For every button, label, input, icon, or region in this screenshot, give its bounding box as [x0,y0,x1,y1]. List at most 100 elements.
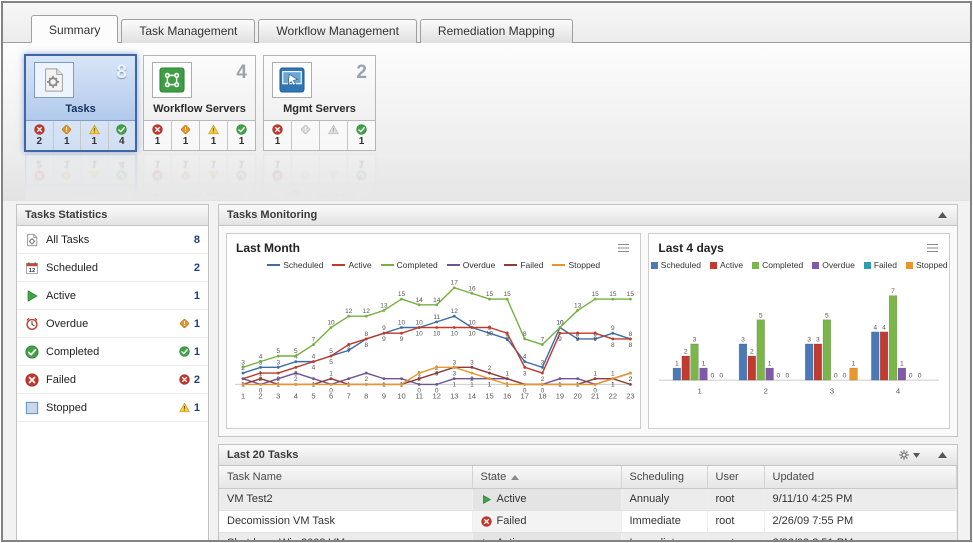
svg-text:22: 22 [609,391,617,400]
last-month-chart: 1234567891011121314151617181920212223233… [231,272,636,406]
cell-task-name: Decomission VM Task [219,510,472,532]
stat-row-overdue[interactable]: Overdue1 [17,310,208,338]
card-title: Mgmt Servers [264,100,375,120]
status-cell: 2 [26,121,54,150]
svg-text:5: 5 [825,312,829,319]
last-month-head: Last Month [227,234,640,256]
stat-value: 1 [194,290,200,302]
svg-text:2: 2 [364,376,368,383]
column-header-state[interactable]: State [472,466,621,488]
sort-asc-icon [511,471,519,483]
svg-text:0: 0 [329,387,333,394]
cell-updated: 2/26/09 8:51 PM [764,532,957,542]
svg-text:2: 2 [488,365,492,372]
clock-icon [25,317,39,331]
cell-task-name: VM Test2 [219,488,472,510]
stopped-icon [25,401,39,415]
collapse-tasks-button[interactable] [936,450,949,460]
column-header-updated[interactable]: Updated [764,466,957,488]
ok-icon [356,124,367,135]
svg-text:16: 16 [503,391,511,400]
stat-row-completed[interactable]: Completed1 [17,338,208,366]
status-cell [320,121,348,150]
stat-value: 1 [194,318,200,330]
failed-icon [34,124,45,135]
summary-card-tasks[interactable]: 8Tasks2114 [24,54,137,152]
tab-remediation-mapping[interactable]: Remediation Mapping [420,19,573,43]
stat-row-active[interactable]: Active1 [17,282,208,310]
tasks-statistics-body: All Tasks812Scheduled2Active1Overdue1Com… [17,226,208,422]
column-header-user[interactable]: User [707,466,764,488]
last-20-tasks-table: Task NameStateSchedulingUserUpdatedVM Te… [219,466,957,542]
table-settings-button[interactable] [898,449,920,461]
svg-text:3: 3 [241,359,245,366]
column-header-scheduling[interactable]: Scheduling [621,466,707,488]
svg-text:7: 7 [541,337,545,344]
table-row-shutdown-win-2008-vm[interactable]: Shutdown Win 2008 VMActiveImmediateroot2… [219,532,957,542]
last-month-legend-slot: ScheduledActiveCompletedOverdueFailedSto… [227,256,640,270]
svg-text:9: 9 [611,325,615,332]
stat-row-all-tasks[interactable]: All Tasks8 [17,226,208,254]
warning-disabled-icon [328,124,339,135]
summary-card-mgmt-servers[interactable]: 2Mgmt Servers11 [263,55,376,151]
svg-text:0: 0 [720,373,724,380]
stat-row-scheduled[interactable]: 12Scheduled2 [17,254,208,282]
svg-text:0: 0 [259,387,263,394]
svg-text:3: 3 [470,359,474,366]
cell-scheduling: Immediate [621,532,707,542]
card-count: 8 [116,62,127,84]
svg-text:8: 8 [629,342,633,349]
stat-value: 8 [194,234,200,246]
tasks-statistics-title: Tasks Statistics [25,209,107,221]
svg-text:9: 9 [382,325,386,332]
column-header-task-name[interactable]: Task Name [219,466,472,488]
svg-text:5: 5 [329,359,333,366]
svg-text:11: 11 [433,314,440,321]
legend-swatch [752,262,759,269]
svg-text:10: 10 [451,331,459,338]
svg-text:2: 2 [764,387,768,396]
legend-item-overdue: Overdue [812,260,855,270]
svg-text:12: 12 [451,308,459,315]
tab-summary[interactable]: Summary [31,15,118,43]
mgmt-icon [279,67,305,93]
status-count: 1 [155,136,161,147]
failed-icon [179,374,190,385]
collapse-up-icon [938,452,947,458]
warning-icon [89,124,100,135]
tab-task-management[interactable]: Task Management [121,19,255,43]
legend-item-stopped: Stopped [906,260,948,270]
status-cell [292,121,320,150]
status-count: 1 [91,136,97,147]
svg-text:0: 0 [909,373,913,380]
svg-text:1: 1 [593,371,597,378]
card-status-row: 1111 [144,120,255,150]
svg-text:9: 9 [400,336,404,343]
stat-row-stopped[interactable]: Stopped1 [17,394,208,422]
right-column: Tasks Monitoring Last Month ScheduledAct… [218,204,958,542]
stat-row-failed[interactable]: Failed2 [17,366,208,394]
cell-task-name: Shutdown Win 2008 VM [219,532,472,542]
warning-icon [179,402,190,413]
ok-icon [236,124,247,135]
collapse-monitoring-button[interactable] [936,210,949,220]
legend-swatch [906,262,913,269]
chart-menu-icon[interactable] [618,243,631,254]
svg-text:14: 14 [416,297,424,304]
svg-text:8: 8 [629,331,633,338]
chart-menu-icon[interactable] [927,243,940,254]
summary-card-workflow-servers[interactable]: 4Workflow Servers1111 [143,55,256,151]
tab-workflow-management[interactable]: Workflow Management [258,19,417,43]
chart-legend: ScheduledActiveCompletedOverdueFailedSto… [649,256,949,270]
stat-label: Completed [46,346,99,358]
last-20-tasks-panel: Last 20 Tasks Task NameStateSche [218,444,958,542]
svg-text:4: 4 [883,324,887,331]
table-row-decomission-vm-task[interactable]: Decomission VM TaskFailedImmediateroot2/… [219,510,957,532]
last-20-tasks-title: Last 20 Tasks [227,449,298,461]
svg-text:9: 9 [382,391,386,400]
failed-icon [272,124,283,135]
status-cell: 1 [54,121,82,150]
svg-text:0: 0 [834,373,838,380]
svg-text:0: 0 [593,387,597,394]
table-row-vm-test2[interactable]: VM Test2ActiveAnnualyroot9/11/10 4:25 PM [219,488,957,510]
